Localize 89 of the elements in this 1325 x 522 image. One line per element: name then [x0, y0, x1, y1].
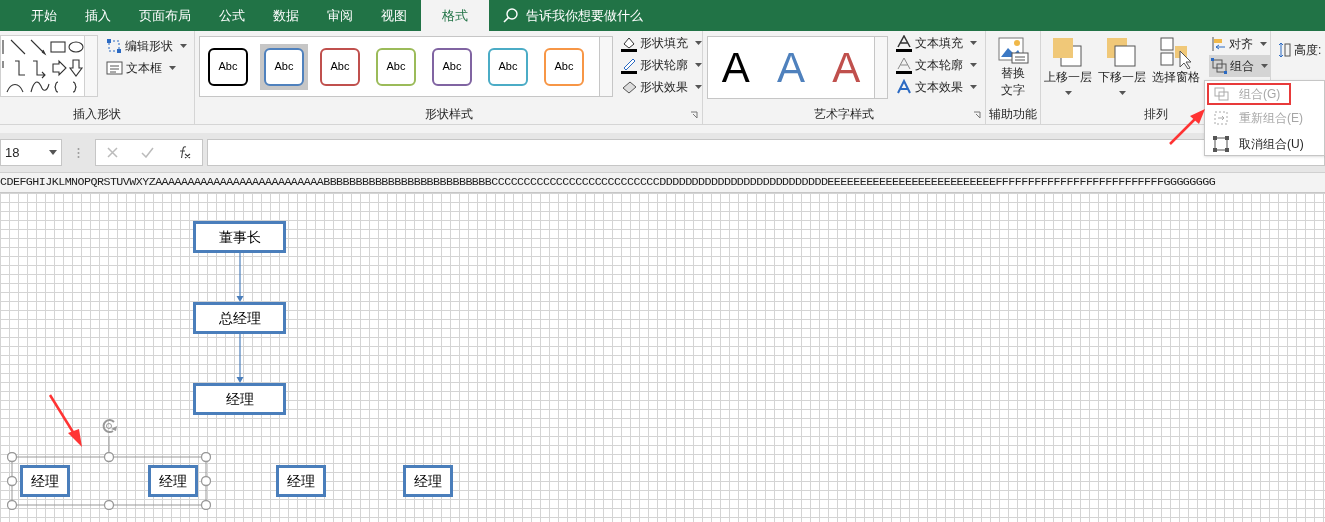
text-fill-icon	[896, 34, 912, 52]
dialog-launcher-icon	[690, 111, 698, 119]
wordart-sample[interactable]: A	[777, 46, 805, 89]
shape-style-swatch[interactable]: Abc	[544, 47, 584, 86]
pen-icon	[621, 56, 637, 74]
connector-arrow	[236, 334, 244, 383]
org-chart-node[interactable]: 董事长	[193, 221, 286, 253]
ribbon-command[interactable]: 文本框	[106, 57, 187, 79]
rotate-handle-icon	[100, 417, 120, 453]
gallery-scrollbar[interactable]	[875, 36, 888, 99]
ribbon-command[interactable]: 文本填充	[896, 32, 977, 54]
gallery-scrollbar[interactable]	[600, 36, 613, 97]
arrange-button[interactable]: 选择窗格	[1149, 37, 1203, 105]
align-icon	[1211, 36, 1226, 52]
wordart-sample[interactable]: A	[832, 46, 861, 89]
cancel-icon[interactable]	[107, 147, 119, 158]
picture-icon	[997, 37, 1029, 65]
ribbon-tab[interactable]: 数据	[259, 0, 313, 31]
ribbon-command[interactable]: 文本效果	[896, 76, 977, 98]
arrange-button[interactable]: 上移一层	[1041, 37, 1095, 105]
shape-style-swatch[interactable]: Abc	[432, 47, 472, 86]
caret-icon	[695, 85, 702, 89]
search-icon	[503, 8, 518, 23]
ribbon-tab[interactable]: 格式	[421, 0, 489, 31]
caret-icon	[695, 41, 702, 45]
org-chart-node[interactable]: 总经理	[193, 302, 286, 334]
group-label: 排列	[1143, 107, 1168, 121]
org-chart-node[interactable]: 经理	[193, 383, 286, 415]
regroup-icon	[1213, 110, 1229, 126]
caret-icon	[695, 63, 702, 67]
ribbon-tab[interactable]: 开始	[17, 0, 71, 31]
text-effects-icon	[896, 78, 912, 96]
formula-input[interactable]	[207, 139, 1325, 166]
group-label: 形状样式	[424, 107, 473, 121]
arrow-annotation	[48, 393, 84, 449]
shape-style-swatch[interactable]: Abc	[488, 47, 528, 86]
arrow-annotation	[1168, 106, 1208, 146]
group-label: 艺术字样式	[814, 107, 874, 121]
menu-item[interactable]: 取消组合(U)	[1207, 133, 1322, 155]
group-label: 插入形状	[73, 107, 121, 121]
tell-me-search[interactable]: 告诉我你想要做什么	[526, 5, 643, 26]
caret-icon	[1261, 64, 1268, 68]
ribbon-command[interactable]: 高度:	[1277, 39, 1325, 61]
ribbon-command[interactable]: 形状轮廓	[621, 54, 702, 76]
org-chart-node[interactable]: 经理	[403, 465, 453, 497]
ribbon-command[interactable]: 文本轮廓	[896, 54, 977, 76]
ribbon-tab[interactable]: 视图	[367, 0, 421, 31]
selection-pane-icon	[1160, 37, 1192, 69]
caret-icon	[49, 150, 57, 155]
caret-icon	[1260, 42, 1267, 46]
caret-icon	[970, 63, 977, 67]
ribbon-command[interactable]: 编辑形状	[106, 35, 187, 57]
ribbon-tab[interactable]: 插入	[71, 0, 125, 31]
org-chart-node[interactable]: 经理	[276, 465, 326, 497]
ribbon-tab[interactable]: 公式	[205, 0, 259, 31]
text-outline-icon	[896, 56, 912, 74]
height-icon	[1277, 42, 1291, 58]
wordart-sample[interactable]: A	[721, 46, 750, 89]
group-label: 辅助功能	[989, 107, 1037, 121]
ribbon-command[interactable]: 组合	[1209, 55, 1270, 77]
connector-arrow	[236, 253, 244, 302]
shape-style-swatch[interactable]: Abc	[376, 47, 416, 86]
check-icon[interactable]	[141, 147, 154, 158]
alt-text-button[interactable]: 替换 文字	[986, 37, 1040, 105]
shape-style-swatch[interactable]: Abc	[320, 47, 360, 86]
arrange-button[interactable]: 下移一层	[1095, 37, 1149, 105]
send-backward-icon	[1106, 37, 1138, 69]
shape-style-swatch[interactable]: Abc	[208, 47, 248, 86]
gallery-scrollbar[interactable]	[84, 36, 97, 96]
caret-icon	[970, 85, 977, 89]
dialog-launcher-icon	[973, 111, 981, 119]
org-chart-node[interactable]: 经理	[148, 465, 198, 497]
group-objects-icon	[1213, 86, 1229, 102]
drag-handle-icon[interactable]	[77, 146, 80, 159]
text-box-icon	[106, 60, 123, 76]
bring-forward-icon	[1052, 37, 1084, 69]
ribbon-tab[interactable]: 页面布局	[125, 0, 205, 31]
ribbon-command[interactable]: 对齐	[1209, 33, 1270, 55]
name-box[interactable]: 18	[0, 139, 62, 166]
caret-icon	[970, 41, 977, 45]
group-objects-icon	[1211, 58, 1227, 74]
shape-style-swatch[interactable]: Abc	[264, 47, 304, 86]
edit-shape-icon	[106, 38, 122, 54]
ribbon-command[interactable]: 形状填充	[621, 32, 702, 54]
column-header: CDEFGHIJKLMNOPQRSTUVWXYZAAAAAAAAAAAAAAAAAAAAAAAAAABBBBBBBBBBBBBBBBBBBBBBBBBBCCCCCCCCCCCCCCCCCCCCCCCCCCDDDDDDDDDDDDDDDDDDDDDDDDDDEEEEEEEEEEEEEEEEEEEEEEEEEEFFFFFFFFFFFFFFFFFFFFFFFFFFGGGGGGGG	[0, 173, 1325, 193]
org-chart-node[interactable]: 经理	[20, 465, 70, 497]
ribbon-command[interactable]: 形状效果	[621, 76, 702, 98]
ribbon-tab[interactable]: 审阅	[313, 0, 367, 31]
ungroup-icon	[1213, 136, 1229, 152]
